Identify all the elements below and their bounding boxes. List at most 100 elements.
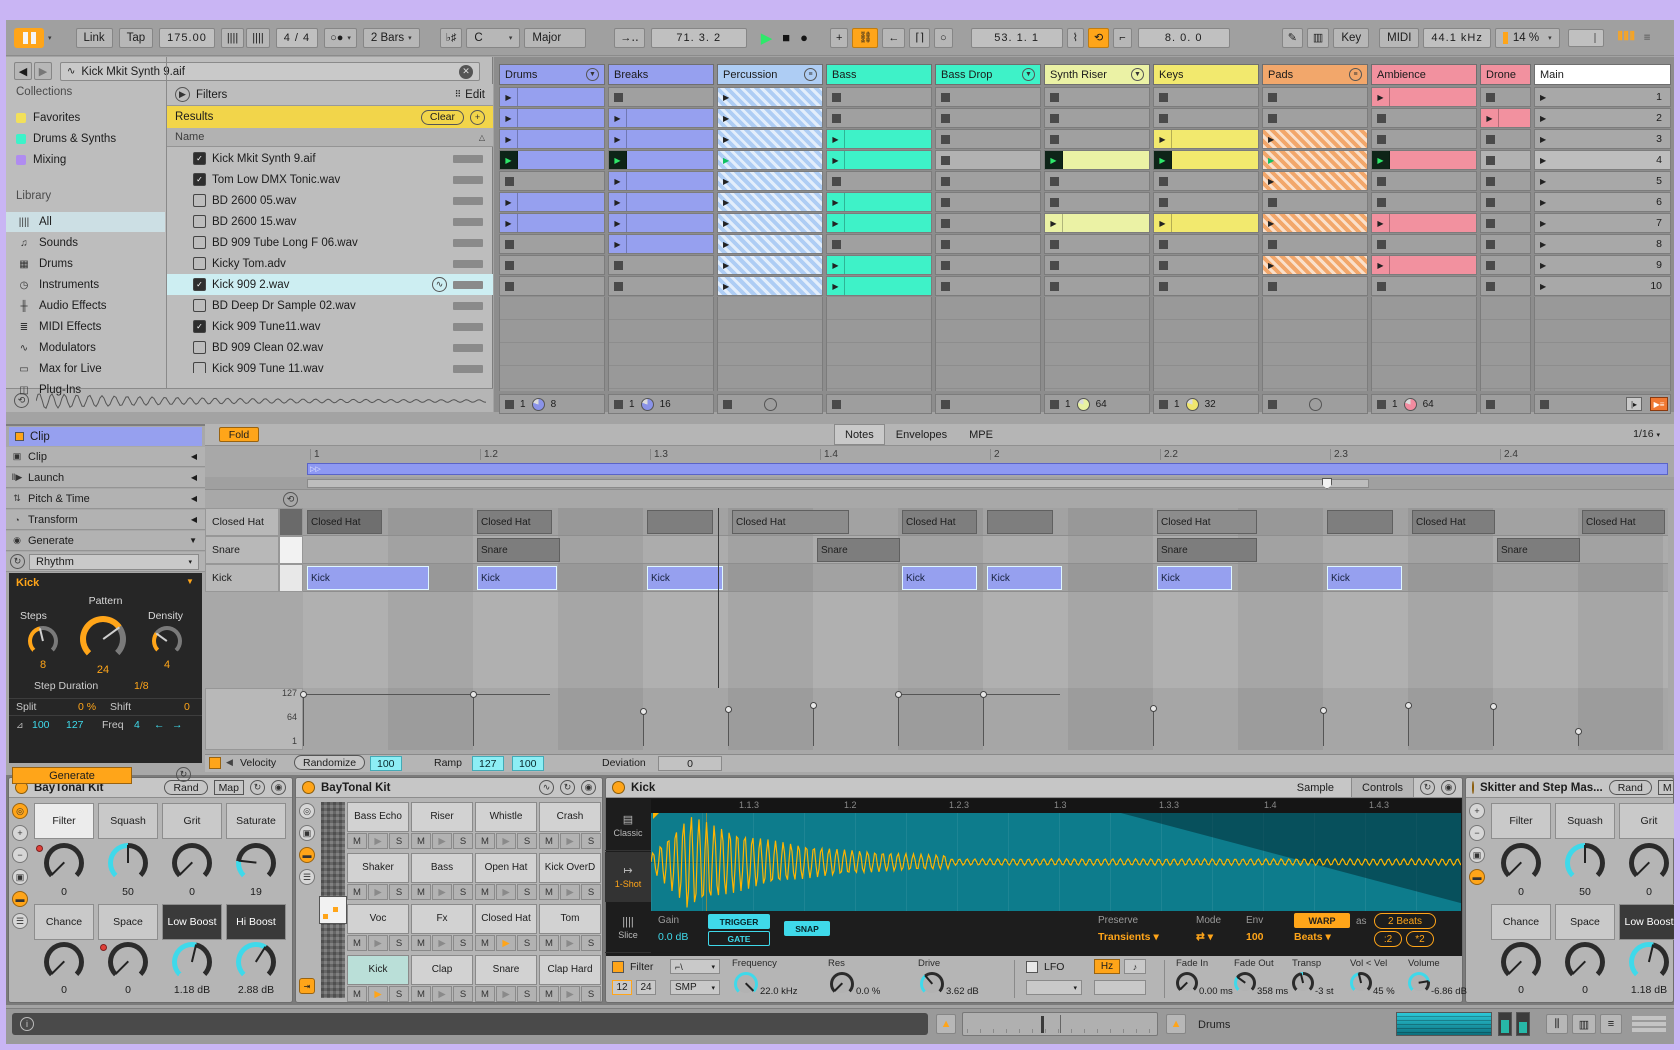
half-tempo-button[interactable]: :2	[1374, 931, 1402, 947]
clip-stop-button[interactable]	[1159, 113, 1168, 123]
io-icon[interactable]: ⇥	[299, 978, 315, 994]
clip-stop-button[interactable]	[1377, 176, 1386, 186]
generate-button[interactable]: Generate	[12, 767, 132, 784]
track-header-drums[interactable]: Drums ▼	[499, 64, 605, 85]
tab-mpe[interactable]: MPE	[958, 424, 1004, 445]
edit-filters-button[interactable]: ⠿ Edit	[455, 89, 485, 101]
loop-button[interactable]: ⟲	[1088, 27, 1110, 48]
clip-launch-button[interactable]: ▶	[1268, 261, 1274, 270]
pad-play-button[interactable]: ▶	[368, 884, 388, 900]
clip-stop-button[interactable]	[1486, 218, 1495, 228]
clip-slot[interactable]	[1262, 276, 1368, 296]
clip-stop-button[interactable]	[1268, 113, 1277, 123]
scene-launch-button[interactable]: ▶	[1540, 93, 1546, 102]
clip-stop-button[interactable]	[1050, 197, 1059, 207]
clip-slot[interactable]: ▶	[608, 171, 714, 191]
track-header-breaks[interactable]: Breaks	[608, 64, 714, 85]
clip-slot[interactable]: ▶ 1	[1534, 87, 1671, 107]
mute-button[interactable]: M	[539, 884, 559, 900]
clip-section-pitch-time[interactable]: ⇅ Pitch & Time ◀	[6, 489, 205, 509]
clip-slot[interactable]: ▶ 3	[1534, 129, 1671, 149]
clip-slot[interactable]	[935, 129, 1041, 149]
track-header-bass-drop[interactable]: Bass Drop ▼	[935, 64, 1041, 85]
velocity-marker[interactable]	[1574, 727, 1582, 735]
clip-stop-button[interactable]	[941, 176, 950, 186]
clip-launch-button[interactable]: ▶	[723, 177, 729, 186]
track-stop-button[interactable]	[1268, 399, 1277, 409]
ramp-to-value[interactable]: 100	[512, 756, 544, 771]
scene-launch-button[interactable]: ▶	[1540, 198, 1546, 207]
file-row[interactable]: BD 2600 05.wav	[167, 190, 493, 211]
clip-slot[interactable]	[1153, 171, 1259, 191]
row-chain-cell[interactable]	[279, 508, 303, 536]
arrangement-view-toggle-icon[interactable]: ≡	[1644, 32, 1651, 44]
clip-stop-button[interactable]	[941, 92, 950, 102]
preview-icon[interactable]: ∿	[539, 780, 554, 795]
clip-slot[interactable]	[1371, 171, 1477, 191]
clip-stop-button[interactable]	[1486, 197, 1495, 207]
clip-slot[interactable]	[1371, 129, 1477, 149]
track-header-bass[interactable]: Bass	[826, 64, 932, 85]
res-value[interactable]: 0.0 %	[856, 986, 880, 997]
scene-launch-button[interactable]: ▶	[1540, 219, 1546, 228]
list-icon[interactable]: ≡	[1600, 1014, 1622, 1034]
midi-note[interactable]: Snare	[477, 538, 560, 562]
add-macro-icon[interactable]: +	[1469, 803, 1485, 819]
clip-stop-button[interactable]	[941, 113, 950, 123]
slope-12-button[interactable]: 12	[612, 980, 632, 995]
clip-slot[interactable]	[1044, 108, 1150, 128]
regenerate-icon[interactable]: ↻	[10, 554, 25, 569]
note-lane-kick[interactable]: Kick Kick Kick Kick Kick Kick Kick	[303, 564, 1668, 592]
clip-slot[interactable]: ▶	[608, 192, 714, 212]
midi-overdub-icon[interactable]: ⛓	[852, 27, 879, 48]
track-stop-button[interactable]	[614, 399, 623, 409]
collections-header[interactable]: Collections	[16, 86, 72, 98]
grid-resolution-menu[interactable]: 1/16 ▾	[1633, 428, 1660, 440]
velocity-marker[interactable]	[469, 690, 477, 698]
midi-note[interactable]	[987, 510, 1053, 534]
logo-chevron-icon[interactable]: ▾	[48, 34, 52, 42]
macro-knob-low-boost[interactable]	[1629, 942, 1669, 982]
add-filter-icon[interactable]: +	[470, 109, 485, 125]
clip-stop-button[interactable]	[832, 113, 841, 123]
clip-slot[interactable]: ▶ 4	[1534, 150, 1671, 170]
drum-pad-clap[interactable]: Clap	[411, 955, 473, 985]
remove-macro-icon[interactable]: −	[12, 847, 28, 863]
track-header-percussion[interactable]: Percussion ≡	[717, 64, 823, 85]
lane-collapse-icon[interactable]: ◀	[226, 757, 233, 768]
clip-slot[interactable]: ▶	[608, 234, 714, 254]
steps-knob[interactable]	[28, 626, 58, 656]
clip-slot[interactable]	[1371, 108, 1477, 128]
env-knob-value[interactable]: 0.00 ms	[1199, 986, 1233, 997]
arrangement-position-field[interactable]: 71. 3. 2	[650, 27, 747, 48]
clip-stop-button[interactable]	[1050, 92, 1059, 102]
new-snapshot-icon[interactable]: ▣	[12, 869, 28, 885]
clip-stop-button[interactable]	[941, 197, 950, 207]
trigger-button[interactable]: TRIGGER	[708, 914, 770, 929]
clip-section-transform[interactable]: ◔ Transform ◀	[6, 510, 205, 530]
clip-slot[interactable]: ▶	[499, 213, 605, 233]
macro-value[interactable]: 2.88 dB	[220, 984, 292, 996]
clip-loop-bar[interactable]: ▷▷	[307, 463, 1668, 475]
frequency-value[interactable]: 22.0 kHz	[760, 986, 798, 997]
pad-play-button[interactable]: ▶	[368, 986, 388, 1002]
macro-label-grit[interactable]: Grit	[1619, 803, 1674, 839]
clip-slot[interactable]	[826, 108, 932, 128]
track-stop-button[interactable]	[1486, 399, 1495, 409]
clip-slot[interactable]: ▶	[1262, 129, 1368, 149]
waveform-display[interactable]	[651, 813, 1461, 911]
ramp-from-value[interactable]: 127	[472, 756, 504, 771]
show-macros-icon[interactable]: ▬	[12, 891, 28, 907]
fold-button[interactable]: Fold	[219, 427, 259, 442]
clip-slot[interactable]: ▶	[1153, 213, 1259, 233]
midi-note[interactable]	[1327, 510, 1393, 534]
clip-launch-button[interactable]: ▶	[1045, 214, 1063, 232]
gain-value[interactable]: 0.0 dB	[658, 931, 688, 943]
scene-launch-button[interactable]: ▶	[1540, 156, 1546, 165]
clip-launch-button[interactable]: ▶	[500, 130, 518, 148]
row-chain-cell[interactable]	[279, 536, 303, 564]
macro-value[interactable]: 50	[1549, 886, 1621, 898]
pad-play-button[interactable]: ▶	[496, 935, 516, 951]
clip-launch-button[interactable]: ▶	[1154, 214, 1172, 232]
show-chains-icon[interactable]: ☰	[12, 913, 28, 929]
